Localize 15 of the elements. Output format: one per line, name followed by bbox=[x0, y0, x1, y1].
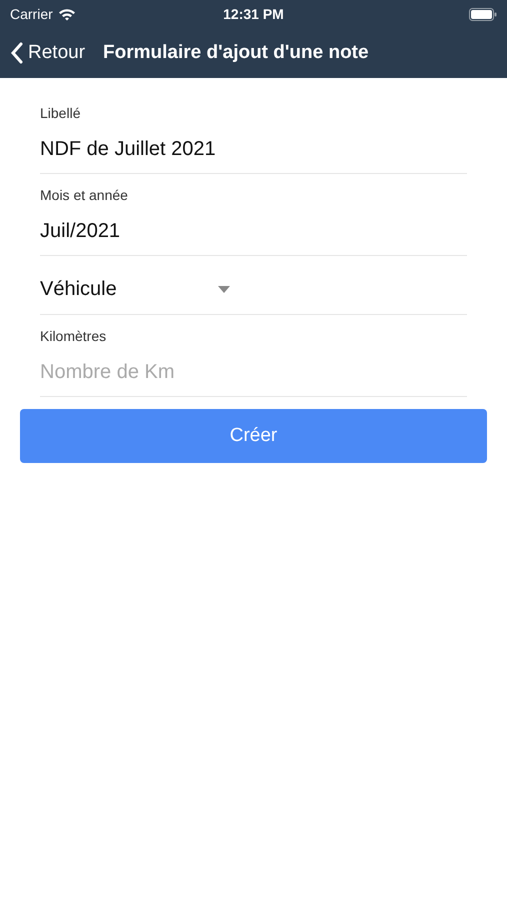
back-button[interactable]: Retour bbox=[10, 38, 86, 68]
vehicle-dropdown[interactable]: Véhicule bbox=[40, 264, 230, 314]
wifi-icon bbox=[58, 8, 76, 20]
field-label: Kilomètres bbox=[40, 327, 108, 345]
battery-icon bbox=[469, 8, 497, 20]
status-time: 12:31 PM bbox=[223, 4, 284, 24]
chevron-left-icon bbox=[10, 42, 23, 64]
field-label: Mois et année bbox=[40, 186, 129, 204]
field-label: Libellé bbox=[40, 104, 82, 122]
carrier-name: Carrier bbox=[10, 4, 53, 24]
input-field[interactable]: Nombre de Km bbox=[40, 359, 467, 385]
input-field[interactable]: NDF de Juillet 2021 bbox=[40, 136, 467, 162]
input-field[interactable]: Juil/2021 bbox=[40, 218, 467, 244]
screen-title: Formulaire d'ajout d'une note bbox=[103, 40, 369, 65]
caret-down-icon bbox=[218, 286, 230, 292]
